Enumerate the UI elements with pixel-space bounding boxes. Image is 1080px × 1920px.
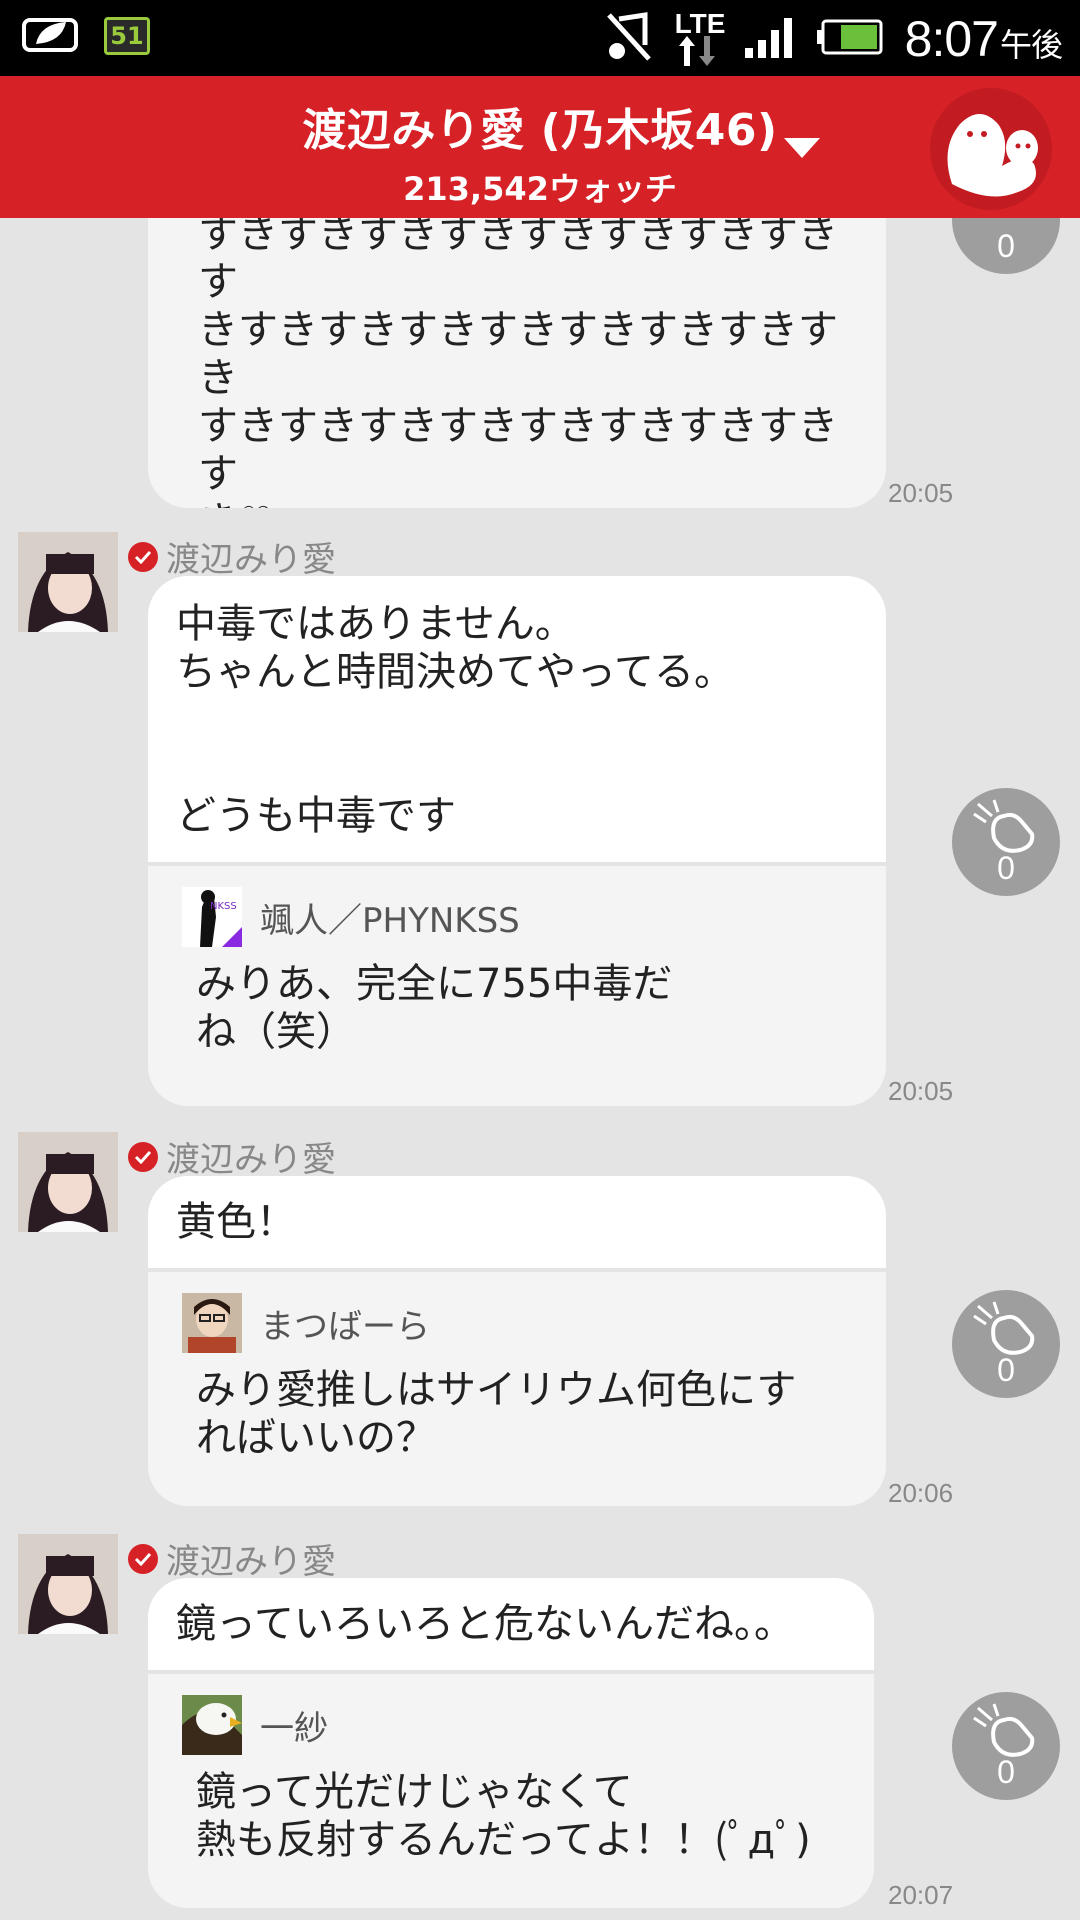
quote-text: みり愛推しはサイリウム何色にす ればいいの？ <box>196 1367 797 1461</box>
quote-user-name: 一紗 <box>260 1708 328 1749</box>
poster-name: 渡辺みり愛 <box>166 540 336 580</box>
quote-user: まつばーら <box>182 1292 856 1354</box>
message-bubble: 黄色！ まつばーら みり愛推しはサイリウム何色にす ればいいの？ <box>148 1176 886 1506</box>
quote-avatar: NKSS <box>182 887 242 947</box>
signal-icon <box>744 16 797 62</box>
message-text: 鏡っていろいろと危ないんだね。。 <box>148 1578 874 1670</box>
clap-button[interactable]: 0 <box>952 788 1060 896</box>
timestamp: 20:06 <box>888 1478 954 1508</box>
clock-time: 8:07 <box>904 11 999 67</box>
quoted-comment[interactable]: 一紗 鏡って光だけじゃなくて 熱も反射するんだってよ！！(ﾟдﾟ) <box>148 1670 874 1888</box>
clap-button[interactable]: 0 <box>952 1290 1060 1398</box>
clap-count: 0 <box>997 850 1015 886</box>
clap-button[interactable]: 0 <box>952 218 1060 274</box>
message-bubble: 鏡っていろいろと危ないんだね。。 一紗 鏡って光だけじゃなくて 熱も反射するんだ… <box>148 1578 874 1908</box>
chat-timeline[interactable]: 0 すきすきすきすきすきすきすきすきす きすきすきすきすきすきすきすきすき すき… <box>0 218 1080 1920</box>
app-header: 渡辺みり愛 (乃木坂46) 213,542ウォッチ <box>0 76 1080 218</box>
quote-user-name: まつばーら <box>260 1306 430 1347</box>
clap-count: 0 <box>997 1754 1015 1790</box>
lte-icon: LTE <box>673 8 725 70</box>
battery-icon <box>816 19 885 59</box>
message-text: すきすきすきすきすきすきすきすきす きすきすきすきすきすきすきすきすき すきすき… <box>148 218 886 508</box>
avatar[interactable] <box>18 1132 118 1232</box>
quote-user-name: 颯人／PHYNKSS <box>260 900 520 941</box>
verified-icon <box>128 1543 158 1574</box>
poster-name: 渡辺みり愛 <box>166 1140 336 1180</box>
quote-text: 鏡って光だけじゃなくて 熱も反射するんだってよ！！(ﾟдﾟ) <box>196 1769 811 1863</box>
quoted-comment[interactable]: NKSS 颯人／PHYNKSS みりあ、完全に755中毒だ ね（笑） <box>148 862 886 1080</box>
quote-user: 一紗 <box>182 1694 844 1756</box>
timestamp: 20:05 <box>888 1076 954 1106</box>
page-title[interactable]: 渡辺みり愛 (乃木坂46) <box>0 94 1080 158</box>
timestamp: 20:07 <box>888 1880 954 1910</box>
clap-count: 0 <box>997 228 1015 264</box>
clock-ampm: 午後 <box>999 27 1063 63</box>
quote-avatar <box>182 1293 242 1353</box>
quote-user: NKSS 颯人／PHYNKSS <box>182 886 856 948</box>
message-bubble: 中毒ではありません。 ちゃんと時間決めてやってる。 どうも中毒です NKSS 颯… <box>148 576 886 1106</box>
timestamp: 20:05 <box>888 478 954 508</box>
avatar[interactable] <box>18 532 118 632</box>
poster: 渡辺みり愛 <box>128 532 336 581</box>
message-text: 中毒ではありません。 ちゃんと時間決めてやってる。 どうも中毒です <box>148 576 886 862</box>
avatar[interactable] <box>18 1534 118 1634</box>
leaf-notification-icon <box>22 14 80 58</box>
mascot-icon[interactable] <box>930 88 1052 210</box>
clap-count: 0 <box>997 1352 1015 1388</box>
clock: 8:07午後 <box>904 10 1063 68</box>
verified-icon <box>128 541 158 572</box>
watch-count: 213,542ウォッチ <box>403 170 677 208</box>
message-text: 黄色！ <box>148 1176 886 1268</box>
svg-text:NKSS: NKSS <box>210 901 237 912</box>
clap-button[interactable]: 0 <box>952 1692 1060 1800</box>
poster: 渡辺みり愛 <box>128 1534 336 1583</box>
verified-icon <box>128 1141 158 1172</box>
music-off-icon <box>605 11 653 67</box>
poster-name: 渡辺みり愛 <box>166 1542 336 1582</box>
dropdown-caret-icon[interactable] <box>784 138 820 158</box>
poster: 渡辺みり愛 <box>128 1132 336 1181</box>
notification-badge-icon: 51 <box>104 17 150 55</box>
quote-text: みりあ、完全に755中毒だ ね（笑） <box>196 961 673 1055</box>
quote-avatar <box>182 1695 242 1755</box>
quoted-comment[interactable]: まつばーら みり愛推しはサイリウム何色にす ればいいの？ <box>148 1268 886 1486</box>
message-bubble: すきすきすきすきすきすきすきすきす きすきすきすきすきすきすきすきすき すきすき… <box>148 218 886 508</box>
status-bar: 51 LTE 8:07午後 <box>0 0 1080 76</box>
